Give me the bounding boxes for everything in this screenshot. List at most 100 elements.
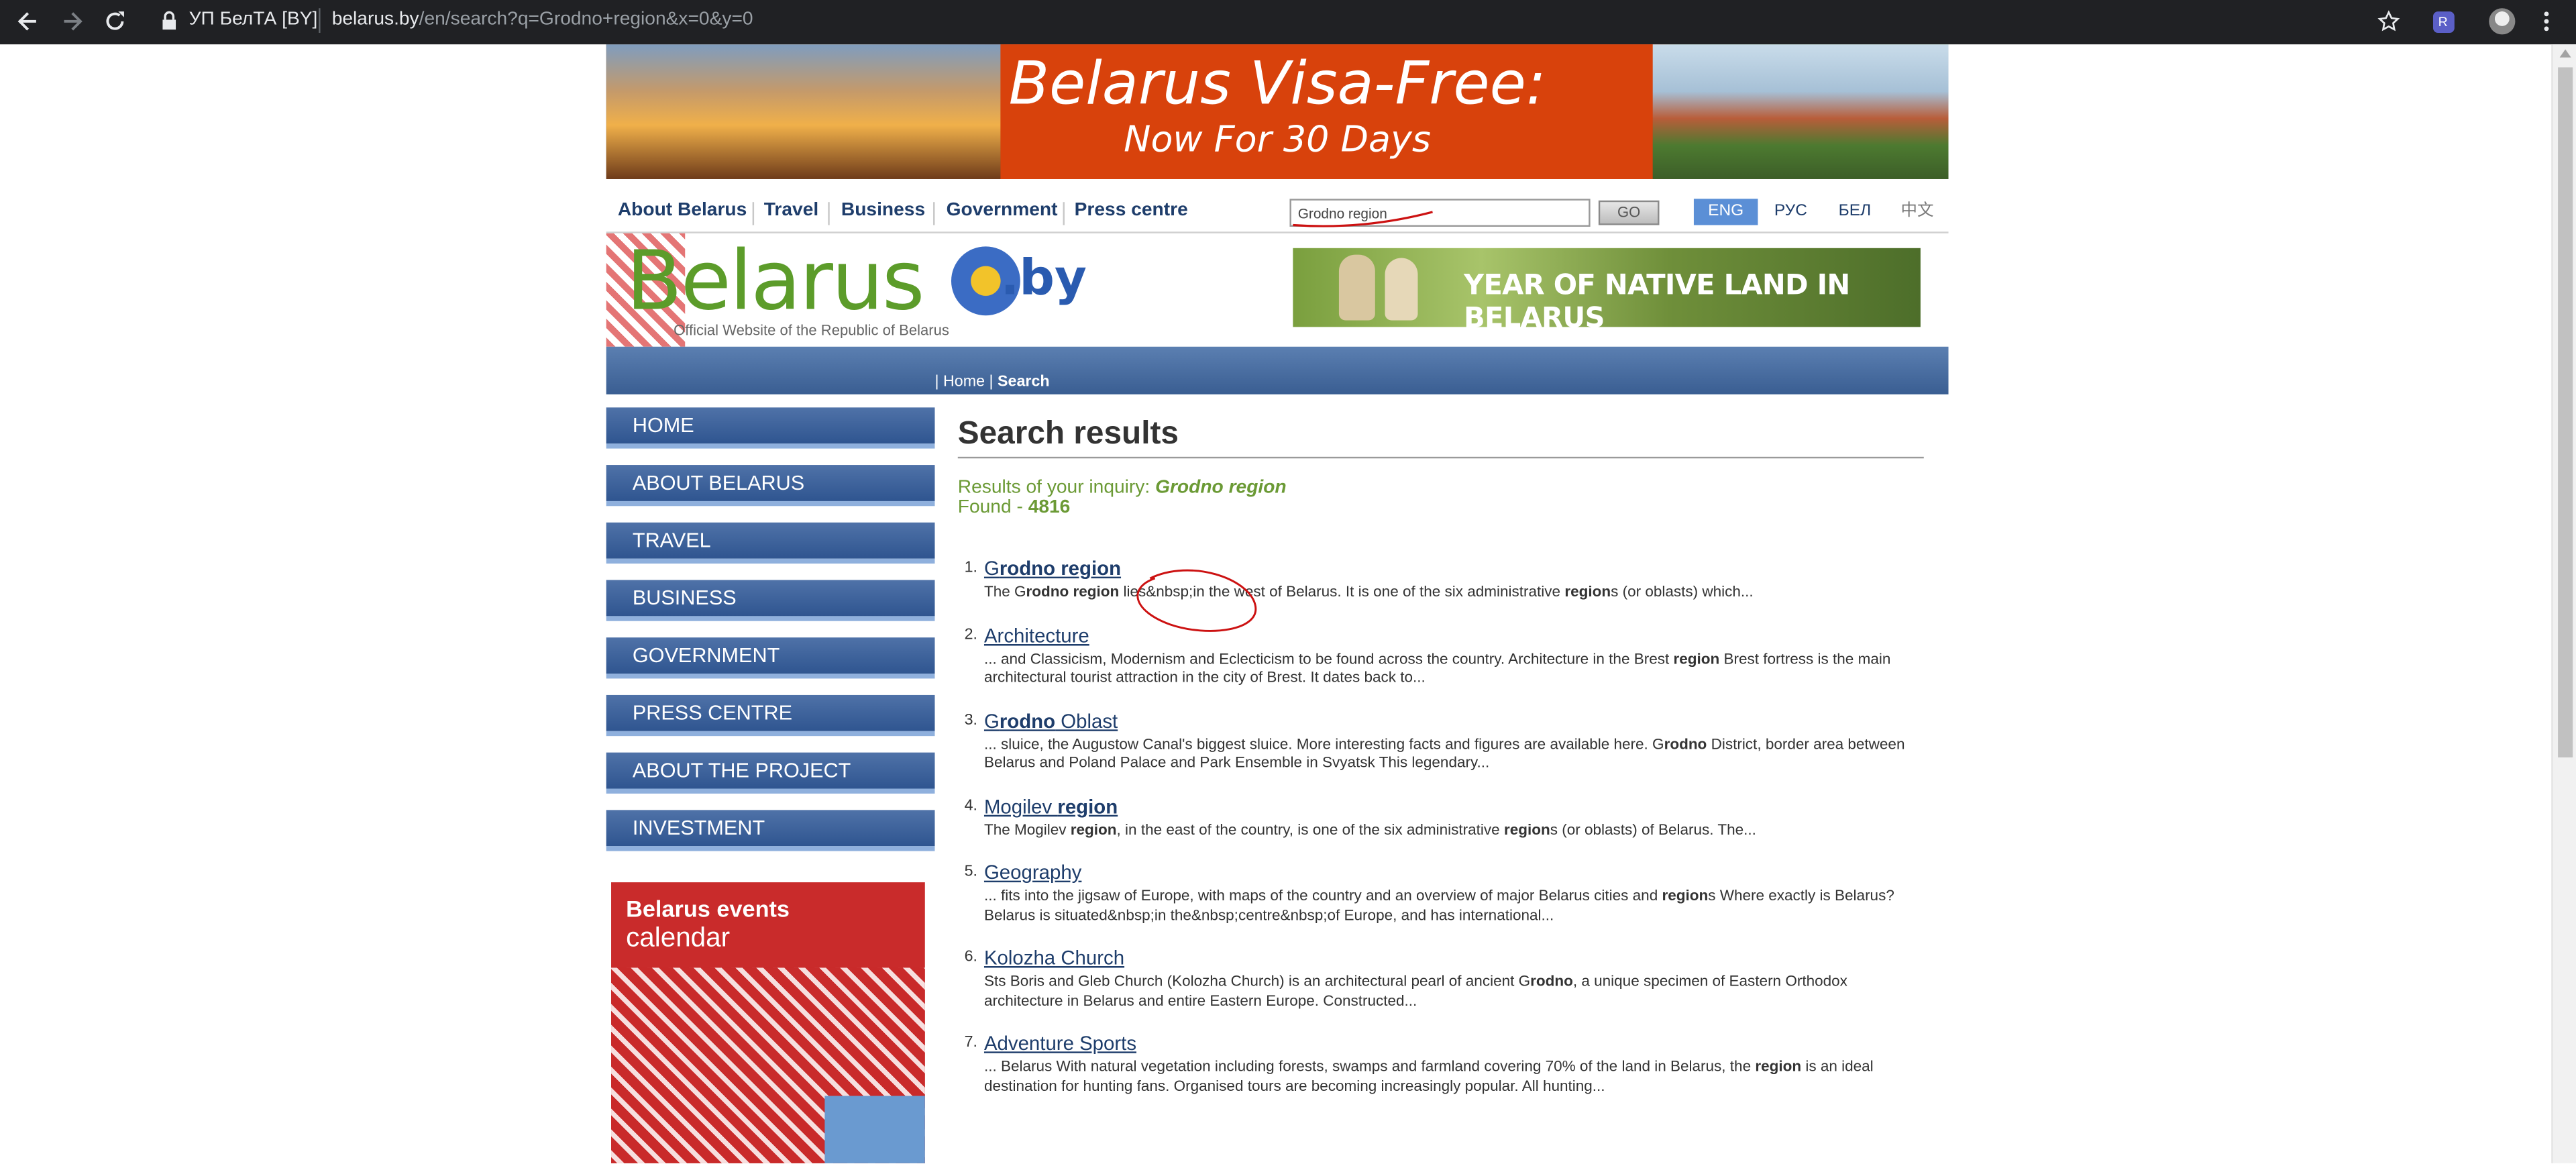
sidebar-item-business[interactable]: BUSINESS	[606, 580, 935, 621]
lang-rus[interactable]: РУС	[1770, 199, 1813, 225]
bookmark-star-icon[interactable]	[2372, 7, 2405, 36]
sidebar-item-home[interactable]: HOME	[606, 407, 935, 449]
extension-icon[interactable]: R	[2426, 7, 2459, 36]
sidebar-item-travel[interactable]: TRAVEL	[606, 522, 935, 564]
result-number: 1.	[964, 558, 978, 577]
result-snippet: ... fits into the jigsaw of Europe, with…	[984, 887, 1924, 924]
go-button[interactable]: GO	[1598, 200, 1660, 225]
snippet-highlight: region	[1070, 821, 1117, 837]
result-title-text: Architecture	[983, 623, 1089, 647]
result-title-link[interactable]: Kolozha Church	[984, 947, 1124, 969]
logo-wordmark: Belarus	[626, 233, 924, 329]
address-bar[interactable]: belarus.by/en/search?q=Grodno+region&x=0…	[332, 10, 753, 30]
browser-toolbar: УП БелТА [BY] belarus.by/en/search?q=Gro…	[0, 0, 2576, 45]
topnav-government[interactable]: Government	[947, 201, 1058, 220]
sidebar-menu: HOME ABOUT BELARUS TRAVEL BUSINESS GOVER…	[606, 407, 935, 867]
kebab-menu-icon[interactable]	[2530, 7, 2563, 36]
banner-headline: Belarus Visa-Free:	[1008, 50, 1546, 119]
result-item: 6. Kolozha Church Sts Boris and Gleb Churc…	[958, 943, 1924, 1010]
site-logo[interactable]: Belarus .by Official Website of the Repu…	[606, 233, 1099, 347]
profile-avatar-icon[interactable]	[2485, 7, 2518, 36]
result-item: 5. Geography ... fits into the jigsaw of E…	[958, 857, 1924, 924]
result-title-link[interactable]: Grodno region	[984, 557, 1121, 580]
found-count: 4816	[1028, 498, 1071, 518]
scroll-up-icon[interactable]	[2559, 49, 2571, 58]
url-separator	[319, 8, 321, 33]
topnav-divider	[828, 202, 830, 225]
result-item: 7. Adventure Sports ... Belarus With natur…	[958, 1028, 1924, 1096]
result-snippet: The Grodno region lies&nbsp;in the west …	[984, 583, 1924, 602]
visa-free-banner[interactable]: Belarus Visa-Free: Now For 30 Days	[606, 44, 1949, 179]
result-number: 2.	[964, 625, 978, 643]
snippet-highlight: region	[1503, 821, 1550, 837]
events-blue-corner	[824, 1096, 925, 1163]
breadcrumb-home[interactable]: Home	[943, 373, 985, 391]
result-title-link[interactable]: Architecture	[984, 623, 1089, 646]
lang-bel[interactable]: БЕЛ	[1835, 199, 1875, 225]
reload-icon[interactable]	[99, 7, 131, 36]
events-calendar-banner[interactable]: Belarus events calendar	[611, 882, 925, 1163]
snippet-text: s (or oblasts) of Belarus. The...	[1550, 821, 1756, 837]
result-title-link[interactable]: Grodno Oblast	[984, 709, 1118, 732]
snippet-text: ... sluice, the Augustow Canal's biggest…	[983, 735, 1664, 752]
result-title-link[interactable]: Geography	[984, 861, 1081, 884]
snippet-text: ... fits into the jigsaw of Europe, with…	[983, 887, 1662, 904]
result-title-text: G	[983, 557, 1000, 580]
result-snippet: ... and Classicism, Modernism and Eclect…	[984, 650, 1924, 688]
topnav-divider	[933, 202, 935, 225]
result-title-highlight: rodno region	[999, 557, 1122, 580]
results-list: 1. Grodno region The Grodno region lies&nb…	[958, 553, 1924, 1096]
scroll-thumb[interactable]	[2558, 67, 2573, 757]
snippet-text: lies&nbsp;in the west of Belarus. It is …	[1119, 583, 1565, 600]
result-number: 5.	[964, 862, 978, 881]
forward-icon[interactable]	[56, 7, 89, 36]
result-number: 7.	[964, 1033, 978, 1052]
snippet-text: Sts Boris and Gleb Church (Kolozha Churc…	[983, 972, 1531, 990]
back-icon[interactable]	[11, 7, 44, 36]
result-title-text: G	[983, 708, 1000, 733]
sidebar-item-investment[interactable]: INVESTMENT	[606, 810, 935, 851]
lock-icon[interactable]	[161, 10, 177, 33]
snippet-highlight: rodno region	[1026, 583, 1120, 600]
snippet-text: The G	[983, 583, 1026, 600]
result-item: 1. Grodno region The Grodno region lies&nb…	[958, 553, 1924, 602]
result-item: 3. Grodno Oblast ... sluice, the Augustow …	[958, 706, 1924, 773]
sidebar-item-press-centre[interactable]: PRESS CENTRE	[606, 694, 935, 737]
snippet-highlight: region	[1673, 649, 1720, 667]
topnav-divider	[752, 202, 755, 225]
result-title-link[interactable]: Adventure Sports	[984, 1032, 1136, 1055]
breadcrumb: | Home | Search	[934, 372, 1050, 391]
snippet-text: ... and Classicism, Modernism and Eclect…	[983, 649, 1674, 667]
sidebar-item-about-belarus[interactable]: ABOUT BELARUS	[606, 465, 935, 507]
logo-tagline: Official Website of the Republic of Bela…	[674, 322, 949, 339]
breadcrumb-bar: | Home | Search	[606, 346, 1949, 394]
banner-subheadline: Now For 30 Days	[1124, 119, 1432, 162]
url-path: /en/search?q=Grodno+region&x=0&y=0	[419, 9, 753, 30]
result-snippet: Sts Boris and Gleb Church (Kolozha Churc…	[984, 973, 1924, 1010]
events-title: Belarus events	[626, 895, 790, 922]
year-of-native-land-banner[interactable]: YEAR OF NATIVE LAND IN BELARUS	[1293, 248, 1921, 335]
lang-cn[interactable]: 中文	[1898, 199, 1937, 225]
snippet-text: ... Belarus With natural vegetation incl…	[983, 1058, 1756, 1075]
search-input[interactable]	[1289, 199, 1591, 227]
topnav-business[interactable]: Business	[841, 201, 925, 220]
snippet-highlight: rodno	[1664, 735, 1707, 752]
extension-badge: R	[2432, 10, 2454, 32]
topnav-travel[interactable]: Travel	[764, 201, 818, 220]
sidebar-item-government[interactable]: GOVERNMENT	[606, 637, 935, 679]
result-item: 4. Mogilev region The Mogilev region, in t…	[958, 791, 1924, 839]
page-scrollbar[interactable]	[2551, 44, 2576, 1163]
snippet-highlight: region	[1755, 1058, 1802, 1075]
topnav-press-centre[interactable]: Press centre	[1075, 201, 1188, 220]
result-number: 3.	[964, 710, 978, 729]
lang-eng[interactable]: ENG	[1693, 199, 1758, 225]
breadcrumb-current: Search	[998, 372, 1050, 391]
topnav-about-belarus[interactable]: About Belarus	[618, 201, 747, 220]
sidebar-item-about-the-project[interactable]: ABOUT THE PROJECT	[606, 752, 935, 794]
site-identity[interactable]: УП БелТА [BY]	[189, 10, 318, 30]
result-title-text: Kolozha Church	[983, 946, 1125, 969]
page: Belarus Visa-Free: Now For 30 Days About…	[606, 44, 1949, 1163]
result-snippet: ... Belarus With natural vegetation incl…	[984, 1058, 1924, 1096]
result-number: 4.	[964, 796, 978, 814]
result-title-link[interactable]: Mogilev region	[984, 794, 1118, 817]
